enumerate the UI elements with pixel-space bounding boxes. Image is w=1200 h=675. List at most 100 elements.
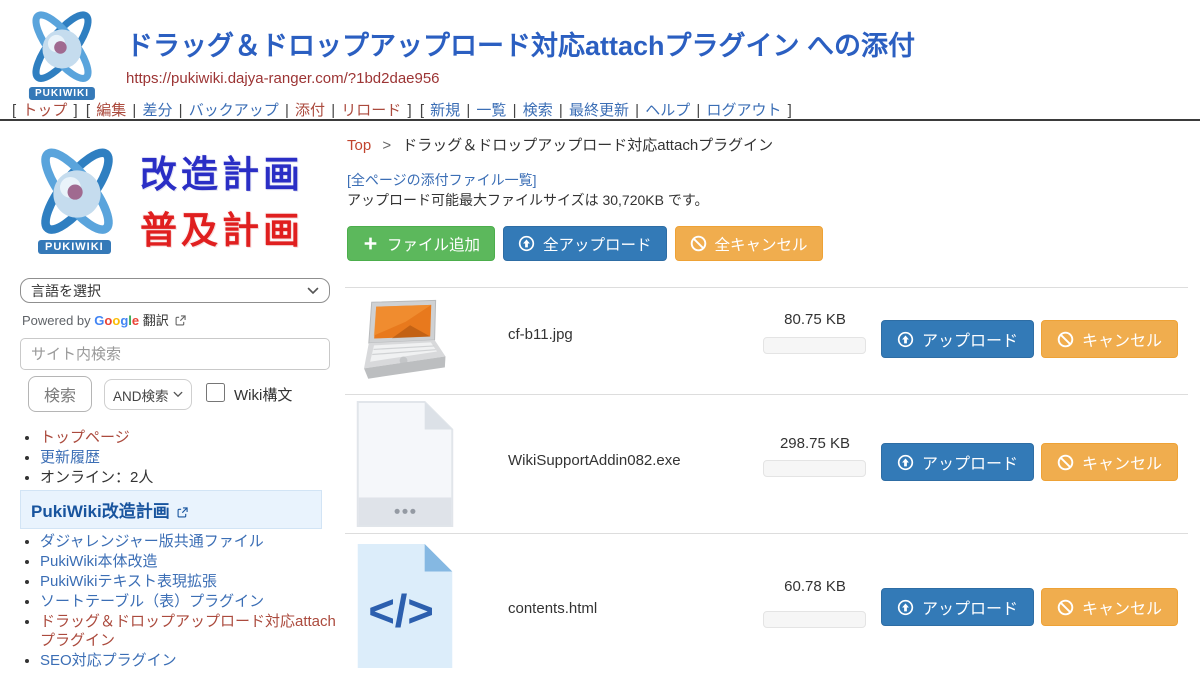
- sidebar-logo-label: PUKIWIKI: [38, 240, 111, 254]
- search-mode-select[interactable]: AND検索: [104, 379, 192, 410]
- row-actions: アップロード キャンセル: [881, 443, 1178, 481]
- html-code-file-icon: </>: [355, 542, 455, 670]
- list-item: 更新履歴: [40, 448, 340, 467]
- nav-link-logout[interactable]: ログアウト: [706, 102, 781, 119]
- nav-link-attach[interactable]: 添付: [295, 102, 325, 119]
- cancel-button[interactable]: キャンセル: [1041, 443, 1178, 481]
- ban-circle-icon: [690, 235, 707, 252]
- upload-all-label: 全アップロード: [543, 233, 652, 255]
- nav-link-edit[interactable]: 編集: [96, 102, 126, 119]
- nav-bracket: [: [12, 102, 16, 119]
- breadcrumb-current: ドラッグ＆ドロップアップロード対応attachプラグイン: [402, 137, 773, 154]
- row-actions: アップロード キャンセル: [881, 588, 1178, 626]
- file-size: 298.75 KB: [763, 435, 867, 452]
- nav-link-diff[interactable]: 差分: [142, 102, 172, 119]
- pukiwiki-logo[interactable]: PUKIWIKI: [12, 6, 112, 106]
- table-row: WikiSupportAddin082.exe 298.75 KB アップロード: [345, 394, 1188, 533]
- search-controls: 検索 AND検索 Wiki構文: [20, 376, 330, 412]
- file-name: WikiSupportAddin082.exe: [508, 452, 681, 469]
- plus-icon: [362, 235, 379, 252]
- cancel-all-button[interactable]: 全キャンセル: [675, 226, 823, 261]
- upload-button-label: アップロード: [922, 595, 1018, 619]
- list-item: SEO対応プラグイン: [40, 651, 340, 670]
- pukiwiki-kaizo-link[interactable]: PukiWiki改造計画: [31, 502, 170, 521]
- upload-button[interactable]: アップロード: [881, 588, 1034, 626]
- pukiwiki-attach-page: { "header": { "logo_text": "PUKIWIKI", "…: [0, 0, 1200, 630]
- nav-link-search[interactable]: 検索: [523, 102, 553, 119]
- all-attachments-link[interactable]: [全ページの添付ファイル一覧]: [347, 170, 537, 190]
- breadcrumb-top-link[interactable]: Top: [347, 137, 371, 154]
- nav-link-recent[interactable]: 最終更新: [569, 102, 629, 119]
- online-count: オンライン：2人: [40, 469, 153, 486]
- cancel-button[interactable]: キャンセル: [1041, 588, 1178, 626]
- file-preview-thumbnail: [353, 294, 451, 391]
- cancel-button-label: キャンセル: [1082, 595, 1162, 619]
- language-select[interactable]: 言語を選択: [20, 278, 330, 303]
- upload-button-label: アップロード: [922, 450, 1018, 474]
- wiki-syntax-checkbox[interactable]: [206, 383, 225, 402]
- upload-file-list: cf-b11.jpg 80.75 KB アップロード キャンセル: [345, 287, 1188, 663]
- sidebar-link-core-mod[interactable]: PukiWiki本体改造: [40, 553, 158, 570]
- add-files-label: ファイル追加: [387, 233, 480, 255]
- search-button[interactable]: 検索: [28, 376, 92, 412]
- nav-link-new[interactable]: 新規: [430, 102, 460, 119]
- upload-button-label: アップロード: [922, 327, 1018, 351]
- google-logo-letter: G: [94, 313, 104, 328]
- ban-circle-icon: [1057, 599, 1074, 616]
- nav-link-help[interactable]: ヘルプ: [645, 102, 690, 119]
- upload-button[interactable]: アップロード: [881, 443, 1034, 481]
- circle-arrow-up-icon: [897, 331, 914, 348]
- max-upload-size-text: アップロード可能最大ファイルサイズは 30,720KB です。: [347, 190, 708, 210]
- list-item: オンライン：2人: [40, 468, 340, 487]
- sidebar-link-toppage[interactable]: トップページ: [40, 429, 130, 446]
- atom-icon: [16, 142, 138, 246]
- nav-bracket: [: [86, 102, 90, 119]
- external-link-icon: [175, 315, 186, 326]
- circle-arrow-up-icon: [897, 454, 914, 471]
- nav-separator: |: [179, 102, 183, 119]
- table-row: cf-b11.jpg 80.75 KB アップロード キャンセル: [345, 287, 1188, 394]
- sidebar-quick-links: トップページ 更新履歴 オンライン：2人: [22, 428, 340, 488]
- sidebar-link-text-ext[interactable]: PukiWikiテキスト表現拡張: [40, 573, 217, 590]
- circle-arrow-up-icon: [518, 235, 535, 252]
- file-name: contents.html: [508, 600, 597, 617]
- google-logo-letter: e: [132, 313, 139, 328]
- sidebar-link-seo[interactable]: SEO対応プラグイン: [40, 652, 177, 669]
- table-row: </> contents.html 60.78 KB アップロード: [345, 533, 1188, 663]
- external-link-icon: [177, 507, 188, 518]
- sidebar-link-dnd-attach[interactable]: ドラッグ＆ドロップアップロード対応attachプラグイン: [40, 613, 336, 649]
- nav-link-top[interactable]: トップ: [22, 102, 67, 119]
- sidebar-section-heading: PukiWiki改造計画: [20, 490, 322, 529]
- add-files-button[interactable]: ファイル追加: [347, 226, 495, 261]
- upload-progress-bar: [763, 337, 866, 354]
- translate-link[interactable]: 翻訳: [143, 313, 169, 328]
- nav-link-list[interactable]: 一覧: [476, 102, 506, 119]
- list-item: ソートテーブル（表）プラグイン: [40, 592, 340, 611]
- cancel-button[interactable]: キャンセル: [1041, 320, 1178, 358]
- list-item: トップページ: [40, 428, 340, 447]
- sidebar-link-sort-table[interactable]: ソートテーブル（表）プラグイン: [40, 593, 264, 610]
- sidebar-link-common-files[interactable]: ダジャレンジャー版共通ファイル: [40, 533, 264, 550]
- cancel-all-label: 全キャンセル: [715, 233, 808, 255]
- list-item: PukiWikiテキスト表現拡張: [40, 572, 340, 591]
- nav-link-backup[interactable]: バックアップ: [189, 102, 279, 119]
- nav-bracket: ]: [74, 102, 78, 119]
- nav-separator: |: [466, 102, 470, 119]
- nav-separator: |: [559, 102, 563, 119]
- site-search-input[interactable]: [20, 338, 330, 370]
- upload-progress-bar: [763, 611, 866, 628]
- sidebar-logo[interactable]: PUKIWIKI 改造計画 普及計画: [20, 142, 332, 268]
- row-actions: アップロード キャンセル: [881, 320, 1178, 358]
- page-url-link[interactable]: https://pukiwiki.dajya-ranger.com/?1bd2d…: [126, 70, 440, 87]
- breadcrumb: Top > ドラッグ＆ドロップアップロード対応attachプラグイン: [347, 134, 773, 155]
- generic-file-icon: [355, 400, 455, 528]
- sidebar-link-history[interactable]: 更新履歴: [40, 449, 100, 466]
- upload-button[interactable]: アップロード: [881, 320, 1034, 358]
- nav-link-reload[interactable]: リロード: [341, 102, 401, 119]
- sidebar-logo-text-line2: 普及計画: [140, 200, 304, 254]
- search-mode-value: AND検索: [113, 385, 169, 405]
- sidebar-links: ダジャレンジャー版共通ファイル PukiWiki本体改造 PukiWikiテキス…: [22, 532, 340, 671]
- nav-bracket: [: [420, 102, 424, 119]
- circle-arrow-up-icon: [897, 599, 914, 616]
- upload-all-button[interactable]: 全アップロード: [503, 226, 667, 261]
